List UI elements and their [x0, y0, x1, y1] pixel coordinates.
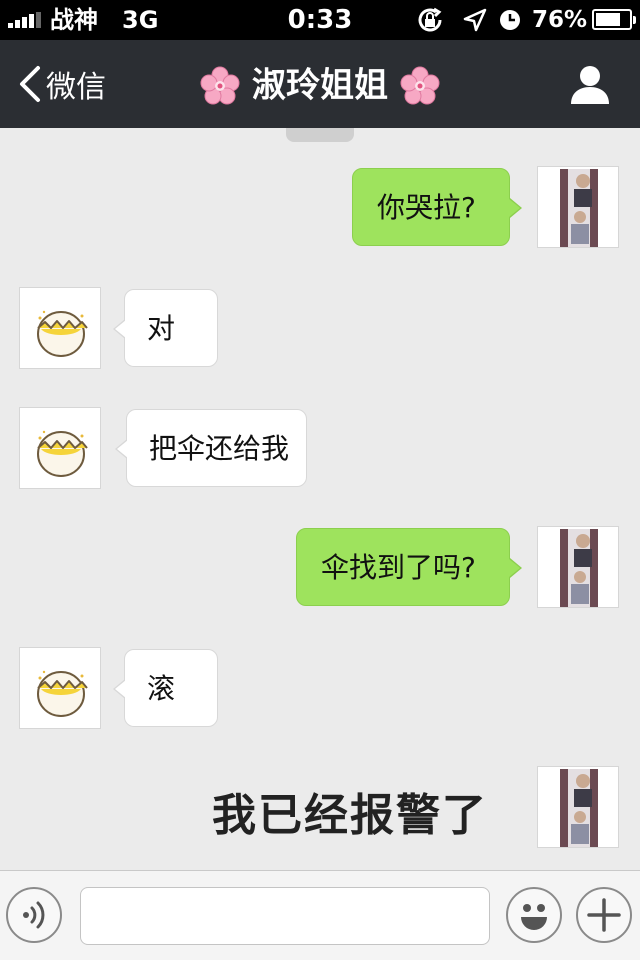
cherry-blossom-icon [200, 66, 240, 104]
message-text-field[interactable] [80, 887, 490, 945]
chat-header: 微信 淑玲姐姐 [0, 40, 640, 128]
alarm-clock-icon [500, 10, 520, 30]
sticker-text-message[interactable]: 我已经报警了 [212, 784, 488, 848]
battery-percent: 76% [532, 7, 588, 33]
emoji-button[interactable] [506, 887, 562, 943]
network-type: 3G [122, 6, 159, 34]
battery-icon [592, 9, 636, 30]
cherry-blossom-icon [400, 66, 440, 104]
chevron-left-icon [20, 66, 40, 102]
person-icon[interactable] [568, 62, 612, 106]
incoming-message-bubble[interactable]: 把伞还给我 [115, 409, 307, 487]
voice-icon [23, 901, 45, 929]
location-arrow-icon [463, 8, 487, 32]
plus-icon [587, 898, 621, 932]
contact-avatar[interactable] [19, 287, 101, 369]
back-label: 微信 [46, 70, 106, 105]
photo-avatar-image [538, 527, 618, 607]
rotation-lock-icon [418, 7, 442, 32]
photo-avatar-image [538, 767, 618, 847]
voice-input-button[interactable] [6, 887, 62, 943]
egg-chick-avatar-icon [20, 648, 100, 728]
outgoing-message-bubble[interactable]: 你哭拉? [352, 168, 522, 246]
message-list[interactable]: 你哭拉? 对 把伞还给我 伞找到了吗? 滚 我已经报警了 [0, 128, 640, 870]
egg-chick-avatar-icon [20, 408, 100, 488]
my-avatar[interactable] [537, 526, 619, 608]
emoji-icon [521, 904, 547, 930]
photo-avatar-image [538, 167, 618, 247]
my-avatar[interactable] [537, 166, 619, 248]
back-button[interactable]: 微信 [16, 64, 106, 105]
status-bar: 战神 3G 0:33 76% [0, 0, 640, 40]
signal-strength-icon [8, 12, 41, 28]
contact-name: 淑玲姐姐 [252, 65, 388, 106]
incoming-message-bubble[interactable]: 滚 [113, 649, 218, 727]
my-avatar[interactable] [537, 766, 619, 848]
add-attachment-button[interactable] [576, 887, 632, 943]
egg-chick-avatar-icon [20, 288, 100, 368]
contact-avatar[interactable] [19, 647, 101, 729]
contact-avatar[interactable] [19, 407, 101, 489]
outgoing-message-bubble[interactable]: 伞找到了吗? [296, 528, 522, 606]
carrier-name: 战神 [50, 6, 98, 34]
timestamp-pill [286, 128, 354, 142]
incoming-message-bubble[interactable]: 对 [113, 289, 218, 367]
message-input-bar [0, 870, 640, 960]
